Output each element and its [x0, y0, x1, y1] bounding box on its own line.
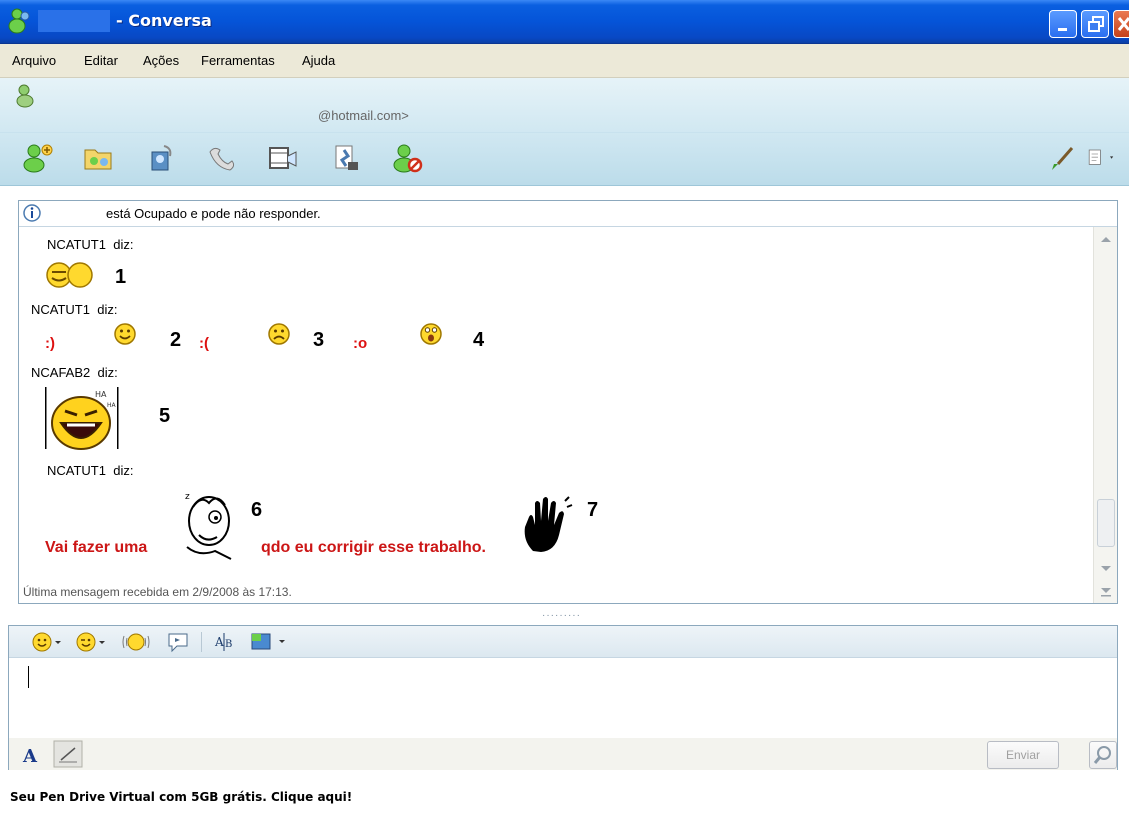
- menu-arquivo[interactable]: Arquivo: [12, 53, 56, 68]
- sender-name: NCAFAB2 diz:: [31, 365, 118, 380]
- compose-toolbar: AB: [9, 626, 1117, 658]
- menu-ajuda[interactable]: Ajuda: [302, 53, 335, 68]
- annotation-number: 2: [170, 329, 182, 351]
- message-text: Vai fazer uma: [45, 539, 148, 556]
- show-menu-icon[interactable]: [1086, 142, 1118, 174]
- emoticon-code: :o: [353, 335, 368, 352]
- scroll-end-icon[interactable]: [1100, 587, 1112, 597]
- voice-clip-icon[interactable]: [165, 630, 191, 654]
- webcam-icon[interactable]: [146, 142, 178, 174]
- send-files-icon[interactable]: [82, 142, 114, 174]
- svg-text:z: z: [185, 492, 190, 502]
- annotation-number: 1: [115, 266, 127, 288]
- messenger-icon: [8, 8, 30, 34]
- splitter-handle[interactable]: ·········: [542, 610, 581, 621]
- svg-text:A: A: [214, 635, 224, 649]
- font-style-icon[interactable]: A: [21, 744, 41, 766]
- contact-banner: @hotmail.com>: [0, 78, 1129, 186]
- menu-editar[interactable]: Editar: [84, 53, 118, 68]
- svg-text:HA: HA: [107, 402, 117, 409]
- paint-brush-icon[interactable]: [1046, 142, 1078, 174]
- menu-bar: Arquivo Editar Ações Ferramentas Ajuda: [0, 44, 1129, 78]
- block-icon[interactable]: [392, 142, 424, 174]
- activities-icon[interactable]: [330, 142, 362, 174]
- waving-hand-icon: [524, 496, 573, 552]
- call-icon[interactable]: [206, 142, 238, 174]
- status-notice: está Ocupado e pode não responder.: [19, 201, 1117, 227]
- toolbar-separator: [201, 632, 202, 652]
- sender-name: NCATUT1 diz:: [47, 237, 134, 252]
- sender-name: NCATUT1 diz:: [31, 302, 118, 317]
- svg-text:A: A: [22, 746, 38, 766]
- notice-text: está Ocupado e pode não responder.: [106, 206, 321, 221]
- ad-link[interactable]: Seu Pen Drive Virtual com 5GB grátis. Cl…: [10, 790, 352, 804]
- emoticon-icon[interactable]: [31, 631, 63, 653]
- svg-text:HA: HA: [95, 390, 107, 399]
- wink-icon[interactable]: [75, 631, 107, 653]
- video-icon[interactable]: [266, 142, 298, 174]
- minimize-icon: [1058, 28, 1067, 31]
- restore-icon: [1088, 16, 1104, 32]
- compose-area: AB A Enviar: [8, 625, 1118, 770]
- last-message-status: Última mensagem recebida em 2/9/2008 às …: [23, 585, 292, 599]
- info-icon: [23, 204, 41, 222]
- menu-acoes[interactable]: Ações: [143, 53, 179, 68]
- scroll-thumb[interactable]: [1097, 499, 1115, 547]
- font-icon[interactable]: AB: [213, 631, 239, 653]
- scroll-up-icon[interactable]: [1100, 235, 1112, 243]
- annotation-number: 6: [251, 499, 263, 521]
- menu-ferramentas[interactable]: Ferramentas: [201, 53, 275, 68]
- contact-name-redacted: [38, 10, 110, 32]
- svg-text:B: B: [225, 639, 232, 650]
- search-icon: [1093, 746, 1111, 764]
- hug-emoticon-icon: [46, 262, 93, 288]
- close-button[interactable]: [1113, 10, 1129, 38]
- sleeping-sheep-icon: z: [185, 492, 232, 560]
- close-icon: [1117, 17, 1129, 31]
- conversation-pane: está Ocupado e pode não responder. NCATU…: [18, 200, 1118, 604]
- annotation-number: 4: [473, 329, 485, 351]
- sender-name: NCATUT1 diz:: [47, 463, 134, 478]
- surprised-emoticon-icon: [420, 323, 442, 345]
- background-icon[interactable]: [249, 630, 289, 654]
- compose-bottom-bar: A Enviar: [9, 738, 1117, 770]
- nudge-icon[interactable]: [121, 630, 151, 654]
- laughing-emoticon-icon: HA HA: [45, 387, 119, 450]
- contact-email: @hotmail.com>: [318, 108, 409, 123]
- send-button[interactable]: Enviar: [987, 741, 1059, 769]
- invite-contact-icon[interactable]: [22, 142, 54, 174]
- window-title: - Conversa: [116, 11, 212, 30]
- handwriting-icon[interactable]: [53, 740, 83, 768]
- contact-status-icon: [16, 84, 34, 108]
- message-text: qdo eu corrigir esse trabalho.: [261, 539, 486, 556]
- emoticon-code: :(: [199, 335, 209, 352]
- scroll-down-icon[interactable]: [1100, 565, 1112, 573]
- annotation-number: 5: [159, 405, 171, 427]
- banner-divider: [0, 132, 1129, 133]
- minimize-button[interactable]: [1049, 10, 1077, 38]
- title-bar: - Conversa: [0, 0, 1129, 44]
- text-caret[interactable]: [28, 666, 29, 688]
- annotation-number: 7: [587, 499, 599, 521]
- emoticon-code: :): [45, 335, 55, 352]
- annotation-number: 3: [313, 329, 325, 351]
- restore-button[interactable]: [1081, 10, 1109, 38]
- search-button[interactable]: [1089, 741, 1117, 769]
- sad-emoticon-icon: [268, 323, 290, 345]
- smile-emoticon-icon: [114, 323, 136, 345]
- conversation-scrollbar[interactable]: [1093, 227, 1117, 603]
